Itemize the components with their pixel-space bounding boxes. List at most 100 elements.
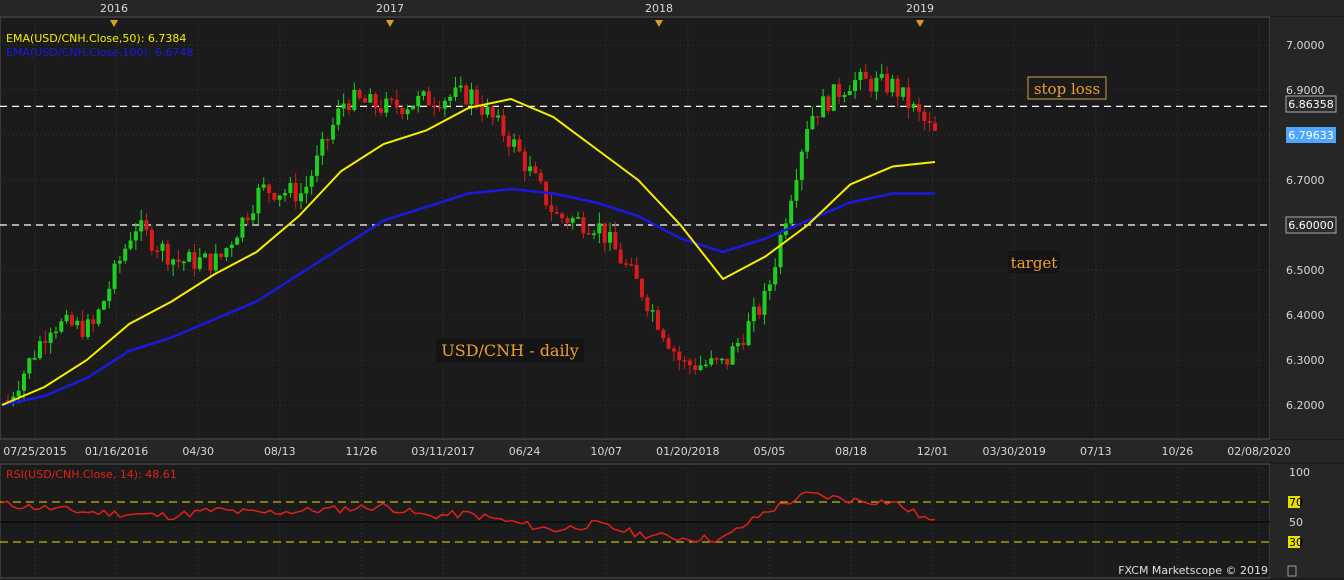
candle-body <box>187 252 192 262</box>
candle-body <box>858 71 863 81</box>
candle-body <box>346 103 351 110</box>
rsi-axis <box>1270 464 1344 578</box>
candle-body <box>144 220 149 230</box>
candle-body <box>208 253 213 271</box>
candle-body <box>171 259 176 265</box>
last-price: 6.79633 <box>1288 129 1334 142</box>
rsi-plot-area[interactable] <box>0 463 1271 579</box>
rsi-tick: 100 <box>1289 466 1310 479</box>
price-tick: 6.4000 <box>1286 309 1325 322</box>
copyright-text: FXCM Marketscope © 2019 <box>1118 564 1268 577</box>
candle-body <box>837 84 842 98</box>
candle-body <box>165 243 170 265</box>
candle-body <box>714 358 719 360</box>
candle-body <box>139 220 144 232</box>
candle-body <box>602 223 607 243</box>
year-marker-label: 2016 <box>100 2 128 15</box>
candle-body <box>655 310 660 330</box>
candle-body <box>570 218 575 223</box>
date-tick: 08/13 <box>264 445 296 458</box>
candle-body <box>261 184 266 188</box>
candle-body <box>933 123 937 131</box>
candle-body <box>560 213 565 219</box>
price-tick: 6.9000 <box>1286 84 1325 97</box>
candle-body <box>176 259 181 262</box>
candle-body <box>890 78 895 93</box>
candle-body <box>357 89 362 99</box>
candle-body <box>565 218 570 223</box>
date-tick: 03/11/2017 <box>411 445 474 458</box>
candle-body <box>267 184 272 194</box>
price-tick: 6.2000 <box>1286 399 1325 412</box>
candle-body <box>533 166 538 174</box>
candle-body <box>901 87 906 97</box>
candle-body <box>341 103 346 109</box>
date-tick: 03/30/2019 <box>982 445 1045 458</box>
date-tick: 12/01 <box>917 445 949 458</box>
date-tick: 10/07 <box>590 445 622 458</box>
candle-body <box>927 121 932 124</box>
candle-body <box>96 309 101 324</box>
candle-body <box>698 365 703 371</box>
legend-ema100: EMA(USD/CNH.Close,100): 6.6748 <box>6 46 193 59</box>
price-chart-canvas[interactable]: 2016201720182019 7.00006.90006.80006.700… <box>0 0 1344 580</box>
candle-body <box>293 183 298 202</box>
candle-body <box>309 175 314 187</box>
candle-body <box>437 106 442 109</box>
candle-body <box>741 342 746 346</box>
date-tick: 02/08/2020 <box>1227 445 1290 458</box>
candle-body <box>75 320 80 326</box>
candle-body <box>842 94 847 98</box>
candle-body <box>911 104 916 108</box>
candle-body <box>352 89 357 110</box>
candle-body <box>149 229 154 251</box>
candle-body <box>453 87 458 97</box>
candle-body <box>464 85 469 105</box>
price-tick: 6.5000 <box>1286 264 1325 277</box>
candle-body <box>538 173 543 182</box>
date-tick: 10/26 <box>1162 445 1194 458</box>
candle-body <box>725 358 730 365</box>
candle-body <box>719 358 724 361</box>
candle-body <box>21 373 26 391</box>
candle-body <box>581 217 586 234</box>
candle-body <box>805 129 810 152</box>
rsi-tick: 70 <box>1289 496 1303 509</box>
candle-body <box>320 139 325 156</box>
candle-body <box>213 253 218 271</box>
year-marker-label: 2017 <box>376 2 404 15</box>
candle-body <box>677 351 682 361</box>
candle-body <box>576 217 581 219</box>
candle-body <box>810 116 815 130</box>
price-tick: 7.0000 <box>1286 39 1325 52</box>
price-tick: 6.7000 <box>1286 174 1325 187</box>
candle-body <box>895 78 900 97</box>
candle-body <box>101 301 106 310</box>
candle-body <box>618 249 623 264</box>
candle-body <box>362 98 367 103</box>
candle-body <box>863 71 868 79</box>
rsi-tick: 50 <box>1289 516 1303 529</box>
candle-body <box>815 116 820 118</box>
candle-body <box>426 91 431 106</box>
candle-body <box>394 99 399 108</box>
candle-body <box>432 105 437 107</box>
candle-body <box>608 231 613 243</box>
candle-body <box>91 319 96 324</box>
candle-body <box>203 253 208 258</box>
candle-body <box>613 231 618 250</box>
target-price: 6.60000 <box>1288 219 1334 232</box>
candle-body <box>847 90 852 95</box>
candle-body <box>229 244 234 249</box>
candle-body <box>869 78 874 92</box>
candle-body <box>474 89 479 106</box>
candle-body <box>315 155 319 176</box>
candle-body <box>181 261 186 264</box>
candle-body <box>59 321 64 332</box>
candle-body <box>421 91 426 96</box>
candle-body <box>299 193 304 202</box>
candle-body <box>43 341 48 343</box>
candle-body <box>288 183 293 193</box>
date-tick: 05/05 <box>754 445 786 458</box>
candle-body <box>506 135 511 147</box>
